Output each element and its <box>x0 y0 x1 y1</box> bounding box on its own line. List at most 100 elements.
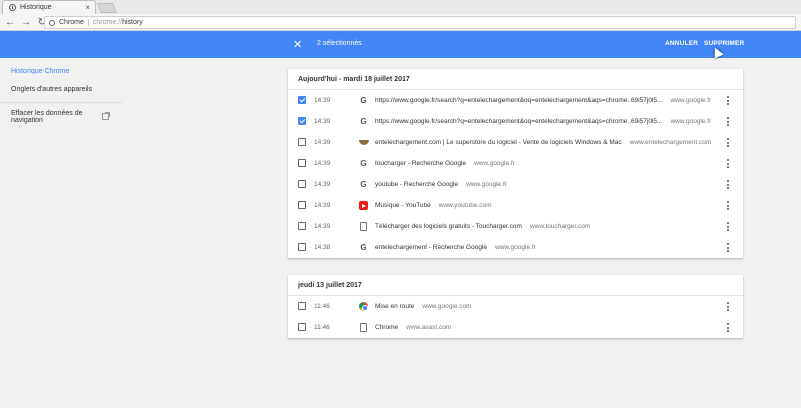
row-link[interactable]: https://www.google.fr/search?q=entelecha… <box>375 118 711 125</box>
new-tab-button[interactable] <box>97 3 117 13</box>
browser-toolbar: ← → ↻ Chrome chrome:// history <box>0 14 801 31</box>
clear-data-label-line1: Effacer les données de <box>11 110 83 117</box>
history-icon <box>9 4 16 11</box>
row-checkbox[interactable] <box>298 159 306 167</box>
row-domain: www.google.fr <box>474 160 515 167</box>
row-title: Musique - YouTube <box>375 202 431 209</box>
row-domain: www.youtube.com <box>438 202 492 209</box>
open-in-new-icon <box>102 112 110 120</box>
address-bar[interactable]: Chrome chrome:// history <box>44 16 796 29</box>
history-list: 11:46 Mise en route www.google.com 11:46 Chr… <box>288 296 743 338</box>
url-path: history <box>122 19 143 26</box>
google-icon: G <box>360 159 367 168</box>
more-actions-icon[interactable] <box>727 243 729 252</box>
history-row[interactable]: 11:46 Mise en route www.google.com <box>288 296 743 317</box>
row-link[interactable]: Télécharger des logiciels gratuits - Tou… <box>375 223 590 230</box>
row-domain: www.google.fr <box>670 97 712 104</box>
tab-close-icon[interactable]: × <box>85 3 90 12</box>
row-time: 14:39 <box>314 160 331 167</box>
row-domain: www.google.fr <box>495 244 536 251</box>
row-link[interactable]: https://www.google.fr/search?q=entelecha… <box>375 97 711 104</box>
row-title: youtube - Recherche Google <box>375 181 459 188</box>
history-list: 14:39 Ghttps://www.google.fr/search?q=ent… <box>288 90 743 258</box>
forward-icon[interactable]: → <box>20 16 32 28</box>
delete-button[interactable]: SUPPRIMER <box>704 40 744 47</box>
row-title: https://www.google.fr/search?q=entelecha… <box>375 118 663 125</box>
row-link[interactable]: Musique - YouTube www.youtube.com <box>375 202 492 209</box>
row-checkbox[interactable] <box>298 117 306 125</box>
google-icon: G <box>360 117 367 126</box>
site-info-icon[interactable] <box>49 19 55 26</box>
history-row[interactable]: 14:39 Télécharger des logiciels gratuits … <box>288 216 743 237</box>
row-time: 14:39 <box>314 97 331 104</box>
chrome-icon <box>359 302 368 311</box>
row-checkbox[interactable] <box>298 180 306 188</box>
sidebar-divider <box>0 102 122 103</box>
history-row[interactable]: 14:39 entelechargement.com | Le superstor… <box>288 132 743 153</box>
more-actions-icon[interactable] <box>727 201 729 210</box>
row-time: 11:46 <box>314 324 330 331</box>
history-row[interactable]: 14:39 Ghttps://www.google.fr/search?q=ent… <box>288 90 743 111</box>
address-chip: Chrome <box>59 19 89 26</box>
row-domain: www.toucharger.com <box>529 223 591 230</box>
history-row[interactable]: 14:39 Gtoucharger - Recherche Google www.g… <box>288 153 743 174</box>
tab-title: Historique <box>20 4 52 11</box>
history-row[interactable]: 11:46 Chrome www.avast.com <box>288 317 743 338</box>
row-checkbox[interactable] <box>298 201 306 209</box>
youtube-icon <box>359 201 368 210</box>
entelechargement-icon <box>359 140 369 145</box>
row-checkbox[interactable] <box>298 302 306 310</box>
history-row[interactable]: 14:39 Musique - YouTube www.youtube.com <box>288 195 743 216</box>
row-time: 14:39 <box>314 223 331 230</box>
selection-count: 2 sélectionnés <box>317 40 362 47</box>
history-row[interactable]: 14:38 Gentelechargement - Recherche Googl… <box>288 237 743 258</box>
row-title: entelechargement - Recherche Google <box>375 244 488 251</box>
row-title: Chrome <box>375 324 399 331</box>
row-time: 11:46 <box>314 303 330 310</box>
row-link[interactable]: Mise en route www.google.com <box>375 303 472 310</box>
cancel-button[interactable]: ANNULER <box>665 40 698 47</box>
sidebar-item-chrome-history[interactable]: Historique Chrome <box>11 68 69 75</box>
more-actions-icon[interactable] <box>727 222 729 231</box>
row-link[interactable]: entelechargement.com | Le superstore du … <box>375 139 711 146</box>
more-actions-icon[interactable] <box>727 180 729 189</box>
sidebar-item-clear-data[interactable]: Effacer les données de navigation <box>11 110 82 124</box>
history-row[interactable]: 14:39 Ghttps://www.google.fr/search?q=ent… <box>288 111 743 132</box>
history-card-july-13: jeudi 13 juillet 2017 11:46 Mise en route… <box>288 275 743 338</box>
more-actions-icon[interactable] <box>727 302 729 311</box>
more-actions-icon[interactable] <box>727 323 729 332</box>
row-link[interactable]: Chrome www.avast.com <box>375 324 451 331</box>
row-domain: www.google.com <box>422 303 472 310</box>
row-checkbox[interactable] <box>298 243 306 251</box>
selection-toolbar: ✕ 2 sélectionnés ANNULER SUPPRIMER <box>0 31 801 58</box>
sidebar-item-other-devices[interactable]: Onglets d'autres appareils <box>11 86 92 93</box>
row-link[interactable]: entelechargement - Recherche Google www.g… <box>375 244 536 251</box>
row-title: Télécharger des logiciels gratuits - Tou… <box>375 223 522 230</box>
row-link[interactable]: toucharger - Recherche Google www.google.… <box>375 160 515 167</box>
history-row[interactable]: 14:39 Gyoutube - Recherche Google www.goog… <box>288 174 743 195</box>
document-icon <box>360 222 367 231</box>
google-icon: G <box>360 96 367 105</box>
row-checkbox[interactable] <box>298 222 306 230</box>
tab-historique[interactable]: Historique × <box>2 0 96 14</box>
row-time: 14:39 <box>314 118 331 125</box>
row-checkbox[interactable] <box>298 323 306 331</box>
google-icon: G <box>360 243 367 252</box>
card-date-heading: Aujourd'hui - mardi 18 juillet 2017 <box>288 69 743 90</box>
row-title: entelechargement.com | Le superstore du … <box>375 139 622 146</box>
row-checkbox[interactable] <box>298 96 306 104</box>
tab-strip: Historique × <box>0 0 801 14</box>
row-title: https://www.google.fr/search?q=entelecha… <box>375 97 663 104</box>
back-icon[interactable]: ← <box>4 16 16 28</box>
clear-selection-icon[interactable]: ✕ <box>293 38 302 51</box>
row-checkbox[interactable] <box>298 138 306 146</box>
google-icon: G <box>360 180 367 189</box>
more-actions-icon[interactable] <box>727 117 729 126</box>
document-icon <box>360 323 367 332</box>
row-link[interactable]: youtube - Recherche Google www.google.fr <box>375 181 507 188</box>
more-actions-icon[interactable] <box>727 138 729 147</box>
more-actions-icon[interactable] <box>727 159 729 168</box>
row-time: 14:39 <box>314 202 331 209</box>
row-time: 14:39 <box>314 139 331 146</box>
more-actions-icon[interactable] <box>727 96 729 105</box>
